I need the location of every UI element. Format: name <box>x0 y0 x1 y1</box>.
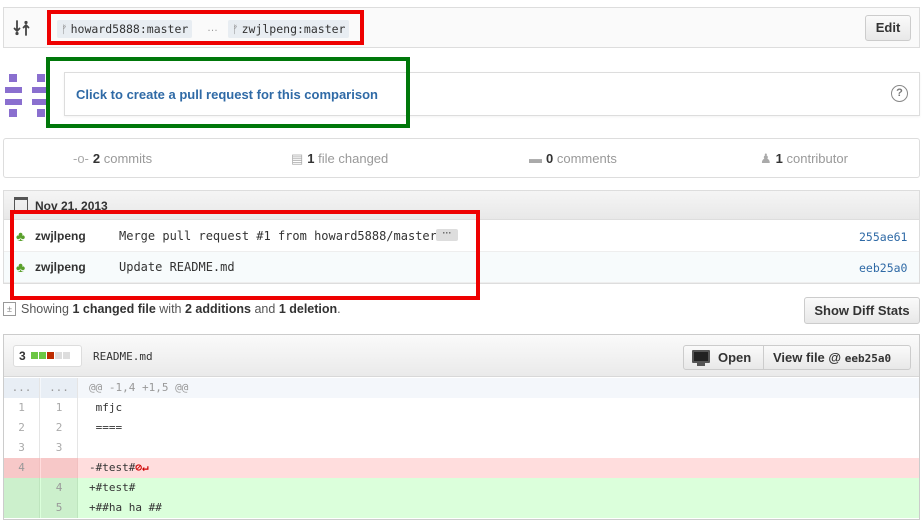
annotation-red-box-branches <box>47 10 364 45</box>
diff-code: ==== <box>89 421 123 434</box>
new-line-number[interactable]: 4 <box>41 478 78 498</box>
calendar-icon <box>14 197 28 211</box>
diff-line-addition: 5 +##ha ha ## <box>4 498 919 518</box>
annotation-green-box <box>46 57 410 128</box>
view-file-button[interactable]: View file @ eeb25a0 <box>773 350 891 365</box>
annotation-red-box-commits <box>10 210 480 300</box>
diff-code: mfjc <box>89 401 123 414</box>
git-commit-icon: -o- <box>73 151 89 166</box>
diffstat-block-add <box>39 352 46 359</box>
desktop-icon <box>692 350 710 363</box>
question-icon[interactable]: ? <box>891 85 908 102</box>
diff-code: -#test#⊘↵ <box>89 461 149 474</box>
old-line-number[interactable] <box>4 478 40 498</box>
diffstat-block-neutral <box>63 352 70 359</box>
edit-button[interactable]: Edit <box>865 15 911 41</box>
commit-sha[interactable]: 255ae61 <box>859 230 907 244</box>
diff-hunk-header: ... ... @@ -1,4 +1,5 @@ <box>4 378 919 398</box>
diff-code: +#test# <box>89 481 136 494</box>
show-diff-stats-button[interactable]: Show Diff Stats <box>804 297 920 324</box>
new-line-number[interactable]: ... <box>41 378 78 398</box>
commit-sha[interactable]: eeb25a0 <box>859 261 907 275</box>
file-name[interactable]: README.md <box>93 350 153 363</box>
diff-code: @@ -1,4 +1,5 @@ <box>89 381 189 394</box>
diff-line-addition: 4 +#test# <box>4 478 919 498</box>
file-diff-icon: ± <box>3 302 16 316</box>
new-line-number[interactable]: 3 <box>41 438 78 458</box>
new-line-number[interactable]: 5 <box>41 498 78 518</box>
organization-icon: ♟ <box>760 151 772 166</box>
button-divider <box>763 346 764 369</box>
file-change-count: 3 <box>19 349 26 363</box>
new-line-number[interactable] <box>41 458 78 478</box>
commits-tab[interactable]: -o- 2 commits <box>73 151 152 166</box>
diffstat-block-add <box>31 352 38 359</box>
diff-line-context: 3 3 <box>4 438 919 458</box>
file-diff-icon: ▤ <box>291 151 304 166</box>
old-line-number[interactable]: 3 <box>4 438 40 458</box>
files-changed-tab[interactable]: ▤ 1 file changed <box>291 151 388 167</box>
diff-summary: Showing 1 changed file with 2 additions … <box>21 302 341 316</box>
contributors-tab[interactable]: ♟ 1 contributor <box>760 151 848 167</box>
comment-icon: ▬ <box>529 151 542 166</box>
diffstat-block-del <box>47 352 54 359</box>
diff-code <box>89 438 96 458</box>
diff-line-context: 1 1 mfjc <box>4 398 919 418</box>
comments-tab[interactable]: ▬ 0 comments <box>529 151 617 166</box>
old-line-number[interactable]: 4 <box>4 458 40 478</box>
old-line-number[interactable]: 2 <box>4 418 40 438</box>
old-line-number[interactable] <box>4 498 40 518</box>
desktop-icon-stand <box>697 363 705 366</box>
diffstat-block-neutral <box>55 352 62 359</box>
diff-line-context: 2 2 ==== <box>4 418 919 438</box>
new-line-number[interactable]: 2 <box>41 418 78 438</box>
identicon-avatar <box>5 73 49 117</box>
no-newline-icon: ⊘↵ <box>135 461 149 474</box>
old-line-number[interactable]: ... <box>4 378 40 398</box>
new-line-number[interactable]: 1 <box>41 398 78 418</box>
diff-line-deletion: 4 -#test#⊘↵ <box>4 458 919 478</box>
open-button[interactable]: Open <box>718 350 751 365</box>
old-line-number[interactable]: 1 <box>4 398 40 418</box>
diff-code: +##ha ha ## <box>89 501 162 514</box>
compare-arrows-icon <box>12 18 32 38</box>
